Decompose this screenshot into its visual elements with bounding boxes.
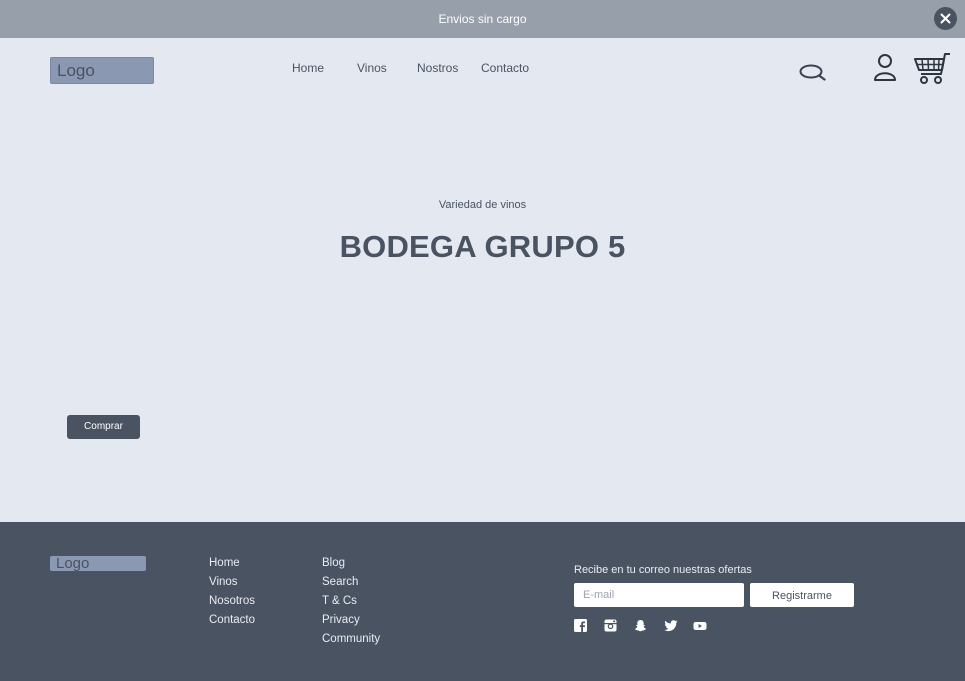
- instagram-icon: [604, 619, 617, 632]
- footer-link-vinos[interactable]: Vinos: [209, 575, 255, 594]
- footer-links-secondary: Blog Search T & Cs Privacy Community: [322, 556, 380, 651]
- snapchat-link[interactable]: [634, 619, 648, 633]
- footer-link-nosotros[interactable]: Nosotros: [209, 594, 255, 613]
- search-icon: [799, 64, 826, 81]
- newsletter-label: Recibe en tu correo nuestras ofertas: [574, 564, 752, 576]
- footer-link-search[interactable]: Search: [322, 575, 380, 594]
- youtube-link[interactable]: [693, 619, 707, 633]
- nav-vinos[interactable]: Vinos: [357, 61, 387, 75]
- site-header: Logo Home Vinos Nostros Contacto: [0, 38, 965, 98]
- announcement-bar: Envios sin cargo: [0, 0, 965, 38]
- logo[interactable]: Logo: [50, 57, 154, 84]
- nav-home[interactable]: Home: [292, 61, 324, 75]
- search-button[interactable]: [799, 63, 827, 86]
- email-input[interactable]: [574, 583, 744, 607]
- facebook-icon: [574, 619, 587, 632]
- footer-link-community[interactable]: Community: [322, 632, 380, 651]
- close-announcement-button[interactable]: [934, 7, 957, 30]
- facebook-link[interactable]: [574, 619, 588, 633]
- shopping-cart-icon: [914, 53, 950, 84]
- user-icon: [874, 54, 896, 81]
- hero-title: BODEGA GRUPO 5: [339, 229, 626, 264]
- register-button[interactable]: Registrarme: [750, 583, 854, 607]
- footer-links-primary: Home Vinos Nosotros Contacto: [209, 556, 255, 632]
- site-footer: Logo Home Vinos Nosotros Contacto Blog S…: [0, 522, 965, 681]
- instagram-link[interactable]: [604, 619, 618, 633]
- footer-link-blog[interactable]: Blog: [322, 556, 380, 575]
- cart-button[interactable]: [913, 52, 951, 91]
- twitter-icon: [664, 620, 678, 632]
- footer-logo[interactable]: Logo: [50, 556, 146, 571]
- hero-subtitle: Variedad de vinos: [438, 199, 527, 211]
- nav-nostros[interactable]: Nostros: [417, 61, 458, 75]
- nav-contacto[interactable]: Contacto: [481, 61, 529, 75]
- twitter-link[interactable]: [664, 619, 678, 633]
- footer-link-privacy[interactable]: Privacy: [322, 613, 380, 632]
- footer-link-tcs[interactable]: T & Cs: [322, 594, 380, 613]
- announcement-text: Envios sin cargo: [438, 12, 527, 26]
- youtube-icon: [693, 622, 707, 630]
- snapchat-icon: [634, 620, 647, 632]
- footer-link-home[interactable]: Home: [209, 556, 255, 575]
- close-icon: [940, 13, 951, 24]
- buy-button[interactable]: Comprar: [67, 415, 140, 439]
- footer-link-contacto[interactable]: Contacto: [209, 613, 255, 632]
- account-button[interactable]: [873, 53, 897, 88]
